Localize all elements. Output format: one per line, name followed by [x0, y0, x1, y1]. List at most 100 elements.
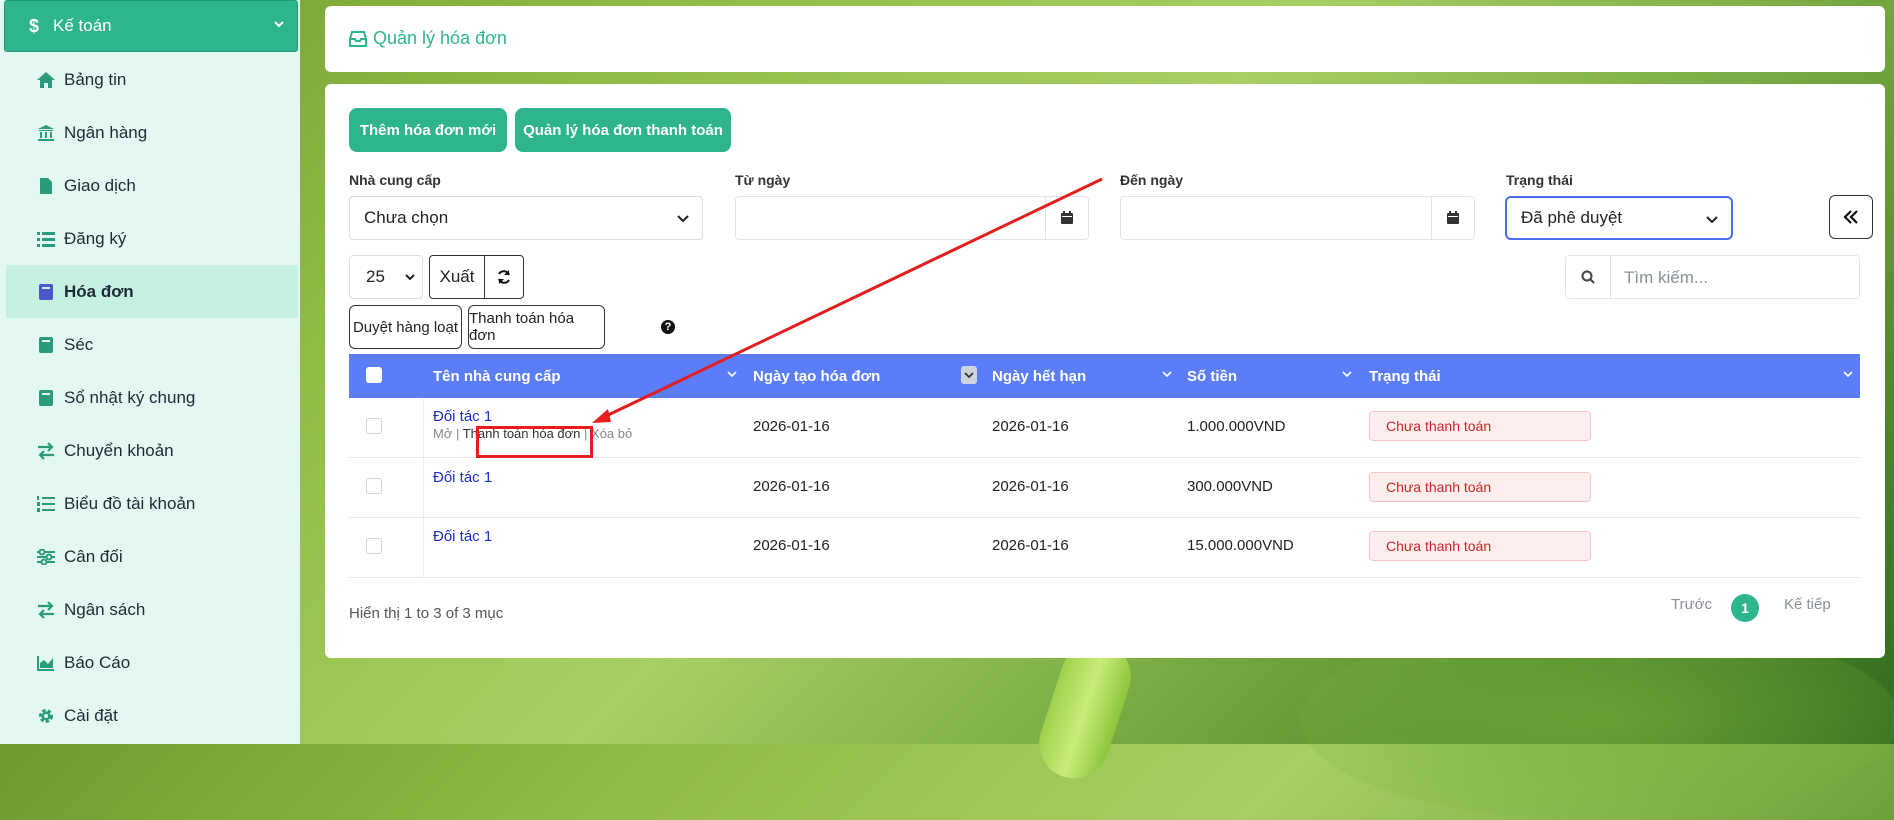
- select-all-checkbox[interactable]: [366, 367, 382, 383]
- sidebar-item-label: Bảng tin: [64, 69, 127, 89]
- manage-payments-button[interactable]: Quản lý hóa đơn thanh toán: [515, 108, 731, 152]
- refresh-icon: [498, 270, 510, 284]
- supplier-select[interactable]: Chưa chọn: [349, 196, 703, 240]
- column-header-status[interactable]: Trạng thái: [1369, 368, 1441, 385]
- table-row: Đối tác 1 2026-01-16 2026-01-16 300.000V…: [349, 458, 1860, 518]
- from-date-input[interactable]: [735, 196, 1089, 240]
- invoice-panel: Thêm hóa đơn mới Quản lý hóa đơn thanh t…: [325, 84, 1885, 658]
- list-ol-icon: [36, 494, 56, 514]
- sidebar-item-label: Cài đặt: [64, 705, 118, 725]
- row-checkbox[interactable]: [366, 538, 382, 554]
- inbox-icon: [349, 30, 367, 47]
- partner-link[interactable]: Đối tác 1: [433, 408, 492, 425]
- table-header: Tên nhà cung cấp Ngày tạo hóa đơn Ngày h…: [349, 354, 1860, 398]
- amount: 300.000VND: [1187, 478, 1273, 495]
- annotation-highlight-box: [476, 426, 593, 458]
- sidebar-item-label: Giao dịch: [64, 175, 136, 195]
- chevron-down-icon[interactable]: [727, 369, 737, 379]
- sidebar-section-accounting[interactable]: $ Kế toán: [4, 0, 298, 52]
- sidebar-item-journal[interactable]: Sổ nhật ký chung: [6, 371, 298, 424]
- column-header-due[interactable]: Ngày hết hạn: [992, 368, 1086, 385]
- open-action[interactable]: Mở: [433, 426, 452, 441]
- partner-link[interactable]: Đối tác 1: [433, 528, 492, 545]
- status-select[interactable]: Đã phê duyệt: [1505, 196, 1733, 240]
- sort-toggle[interactable]: [961, 366, 977, 384]
- created-date: 2026-01-16: [753, 478, 830, 495]
- sidebar-item-label: Hóa đơn: [64, 281, 134, 301]
- sidebar-item-label: Séc: [64, 334, 94, 354]
- refresh-button[interactable]: [484, 255, 524, 299]
- help-icon[interactable]: ?: [661, 320, 675, 334]
- table-row: Đối tác 1 2026-01-16 2026-01-16 15.000.0…: [349, 518, 1860, 578]
- delete-action[interactable]: Xóa bỏ: [591, 426, 632, 441]
- due-date: 2026-01-16: [992, 418, 1069, 435]
- sidebar-item-label: Báo Cáo: [64, 652, 131, 672]
- sidebar: $ Kế toán Bảng tin Ngân hàng Giao dịch Đ…: [0, 0, 300, 744]
- sidebar-item-balance[interactable]: Cân đối: [6, 530, 298, 583]
- list-icon: [36, 229, 56, 249]
- bank-icon: [36, 123, 56, 143]
- bulk-approve-button[interactable]: Duyệt hàng loạt: [349, 305, 462, 349]
- chevron-down-icon[interactable]: [1162, 369, 1172, 379]
- sidebar-item-transfer[interactable]: Chuyển khoản: [6, 424, 298, 477]
- row-checkbox[interactable]: [366, 478, 382, 494]
- page-length-select[interactable]: 25: [349, 255, 423, 299]
- sidebar-item-transactions[interactable]: Giao dịch: [6, 159, 298, 212]
- search-icon: [1566, 256, 1611, 298]
- sidebar-item-label: Cân đối: [64, 546, 123, 566]
- book-icon: [36, 388, 56, 408]
- due-date: 2026-01-16: [992, 537, 1069, 554]
- area-chart-icon: [36, 653, 56, 673]
- partner-link[interactable]: Đối tác 1: [433, 469, 492, 486]
- chevron-down-icon[interactable]: [1342, 369, 1352, 379]
- sidebar-item-chart-of-accounts[interactable]: Biểu đồ tài khoản: [6, 477, 298, 530]
- export-button[interactable]: Xuất: [429, 255, 485, 299]
- file-icon: [36, 176, 56, 196]
- chevron-down-icon[interactable]: [1843, 369, 1853, 379]
- sliders-icon: [36, 547, 56, 567]
- to-date-input[interactable]: [1120, 196, 1475, 240]
- row-checkbox[interactable]: [366, 418, 382, 434]
- previous-page-button[interactable]: Trước: [1671, 596, 1712, 613]
- collapse-filters-button[interactable]: [1829, 195, 1873, 239]
- column-header-supplier[interactable]: Tên nhà cung cấp: [433, 368, 561, 385]
- exchange-icon: [36, 600, 56, 620]
- chevron-down-icon: [274, 21, 284, 28]
- sidebar-item-budget[interactable]: Ngân sách: [6, 583, 298, 636]
- column-header-created[interactable]: Ngày tạo hóa đơn: [753, 368, 880, 385]
- chevron-down-icon: [964, 372, 974, 379]
- pay-invoice-button[interactable]: Thanh toán hóa đơn: [468, 305, 605, 349]
- gear-icon: [36, 706, 56, 726]
- title-panel: Quản lý hóa đơn: [325, 6, 1885, 72]
- sidebar-item-registration[interactable]: Đăng ký: [6, 212, 298, 265]
- book-icon: [36, 282, 56, 302]
- sidebar-item-bank[interactable]: Ngân hàng: [6, 106, 298, 159]
- amount: 1.000.000VND: [1187, 418, 1286, 435]
- add-invoice-button[interactable]: Thêm hóa đơn mới: [349, 108, 507, 152]
- calendar-icon[interactable]: [1431, 197, 1474, 239]
- book-icon: [36, 335, 56, 355]
- page-1-button[interactable]: 1: [1731, 594, 1759, 622]
- table-info: Hiển thị 1 to 3 of 3 mục: [349, 605, 504, 622]
- sidebar-item-label: Ngân sách: [64, 599, 146, 619]
- created-date: 2026-01-16: [753, 418, 830, 435]
- search-input[interactable]: Tìm kiếm...: [1624, 268, 1708, 288]
- sidebar-item-reports[interactable]: Báo Cáo: [6, 636, 298, 689]
- column-header-amount[interactable]: Số tiền: [1187, 368, 1237, 385]
- status-badge: Chưa thanh toán: [1369, 472, 1591, 502]
- status-badge: Chưa thanh toán: [1369, 531, 1591, 561]
- status-badge: Chưa thanh toán: [1369, 411, 1591, 441]
- sidebar-item-invoices[interactable]: Hóa đơn: [6, 265, 298, 318]
- next-page-button[interactable]: Kế tiếp: [1784, 596, 1831, 613]
- amount: 15.000.000VND: [1187, 537, 1294, 554]
- chevron-down-icon: [405, 274, 415, 281]
- sidebar-item-label: Sổ nhật ký chung: [64, 387, 196, 407]
- column-divider: [423, 458, 424, 517]
- search-box[interactable]: Tìm kiếm...: [1565, 255, 1860, 299]
- sidebar-item-settings[interactable]: Cài đặt: [6, 689, 298, 742]
- sidebar-item-dashboard[interactable]: Bảng tin: [6, 53, 298, 106]
- column-divider: [423, 398, 424, 457]
- sidebar-item-checks[interactable]: Séc: [6, 318, 298, 371]
- supplier-label: Nhà cung cấp: [349, 172, 441, 188]
- calendar-icon[interactable]: [1045, 197, 1088, 239]
